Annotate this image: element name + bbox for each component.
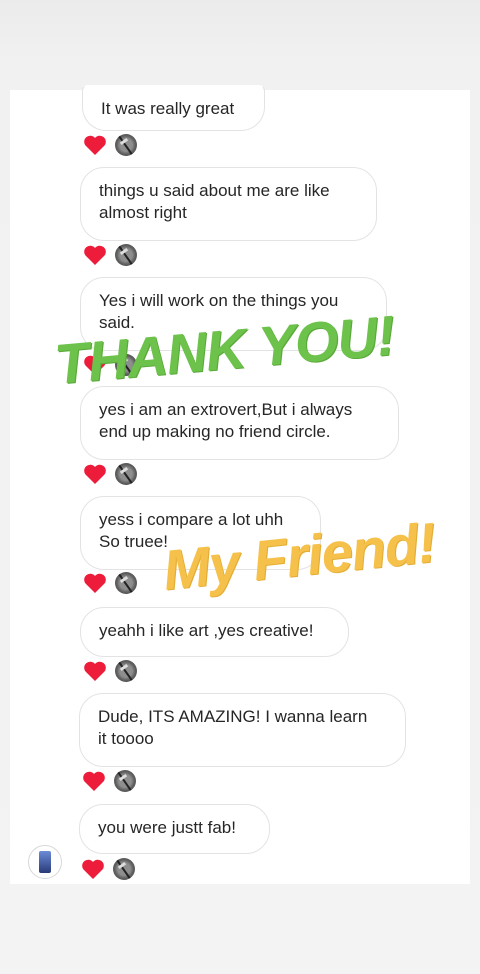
message-reactions[interactable] (83, 660, 143, 684)
message-bubble[interactable]: yeahh i like art ,yes creative! (80, 607, 349, 657)
heart-icon (84, 661, 106, 681)
heart-icon (84, 245, 106, 265)
sender-avatar[interactable] (28, 845, 62, 879)
message-bubble[interactable]: Dude, ITS AMAZING! I wanna learn it tooo… (79, 693, 406, 767)
reactor-avatar (114, 770, 136, 792)
message-bubble[interactable]: you were justt fab! (79, 804, 270, 854)
message-bubble[interactable]: It was really great (82, 85, 265, 131)
message-bubble[interactable]: yes i am an extrovert,But i always end u… (80, 386, 399, 460)
message-reactions[interactable] (83, 244, 143, 268)
reactor-avatar (115, 463, 137, 485)
message-reactions[interactable] (81, 858, 141, 882)
avatar-image (39, 851, 51, 873)
message-reactions[interactable] (83, 572, 143, 596)
message-reactions[interactable] (83, 134, 143, 158)
heart-icon (84, 573, 106, 593)
reactor-avatar (115, 134, 137, 156)
heart-icon (84, 464, 106, 484)
reactor-avatar (115, 572, 137, 594)
message-reactions[interactable] (83, 463, 143, 487)
message-bubble[interactable]: things u said about me are like almost r… (80, 167, 377, 241)
reactor-avatar (115, 660, 137, 682)
reactor-avatar (115, 244, 137, 266)
reactor-avatar (113, 858, 135, 880)
message-reactions[interactable] (82, 770, 142, 794)
heart-icon (83, 771, 105, 791)
heart-icon (82, 859, 104, 879)
heart-icon (84, 135, 106, 155)
